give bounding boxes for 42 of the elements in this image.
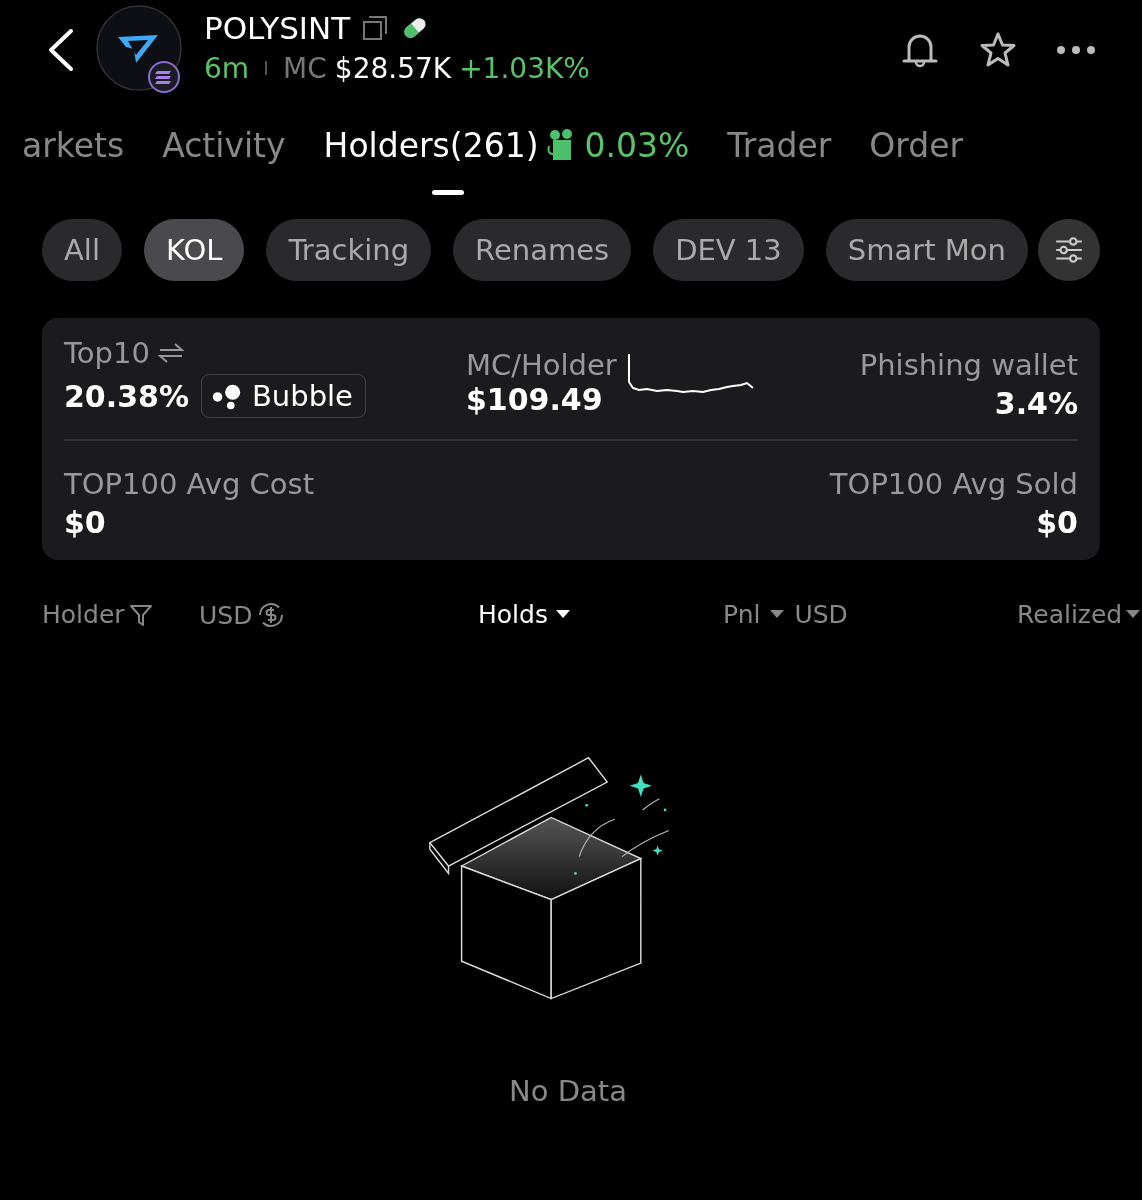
- filter-chip[interactable]: DEV 13: [653, 219, 804, 281]
- tab[interactable]: Trader: [727, 125, 832, 181]
- filter-chip[interactable]: Tracking: [266, 219, 432, 281]
- tab[interactable]: arkets: [22, 125, 125, 181]
- empty-message: No Data: [509, 1074, 627, 1108]
- back-icon[interactable]: [46, 28, 76, 72]
- usd-column-header[interactable]: USD: [199, 600, 253, 630]
- pnl-column-header[interactable]: Pnl: [723, 600, 761, 629]
- more-icon[interactable]: [1056, 44, 1096, 56]
- filter-chip[interactable]: All: [42, 219, 122, 281]
- caret-icon[interactable]: [1126, 609, 1141, 620]
- avg-sold-value: $0: [1036, 505, 1078, 540]
- pnl-usd-header[interactable]: USD: [794, 600, 848, 629]
- top10-label: Top10: [64, 336, 150, 370]
- phishing-value: 3.4%: [994, 386, 1078, 421]
- filter-chip[interactable]: KOL: [143, 219, 245, 281]
- filter-chip[interactable]: Smart Mon: [825, 219, 1028, 281]
- mc-holder-label: MC/Holder: [465, 348, 617, 382]
- mc-label: MC: [283, 51, 327, 85]
- swap-icon[interactable]: [157, 342, 184, 364]
- avg-cost-label: TOP100 Avg Cost: [64, 467, 314, 501]
- filter-icon[interactable]: [128, 602, 153, 627]
- sliders-icon[interactable]: [1053, 234, 1085, 266]
- token-name: POLYSINT: [204, 9, 351, 46]
- holder-column-header[interactable]: Holder: [42, 600, 125, 629]
- top10-value: 20.38%: [64, 378, 189, 414]
- avg-cost-value: $0: [64, 505, 107, 540]
- phishing-label: Phishing wallet: [859, 348, 1078, 382]
- tab[interactable]: Order: [869, 125, 964, 181]
- copy-icon[interactable]: [362, 14, 389, 41]
- holds-column-header[interactable]: Holds: [478, 600, 548, 629]
- bubble-button[interactable]: Bubble: [200, 374, 366, 418]
- avg-sold-label: TOP100 Avg Sold: [829, 467, 1078, 501]
- mc-holder-value: $109.49: [465, 382, 604, 417]
- price-change: +1.03K%: [459, 51, 590, 85]
- filter-chip[interactable]: Renames: [453, 219, 632, 281]
- realized-column-header[interactable]: Realized: [1017, 600, 1123, 629]
- mc-value: $28.57K: [334, 51, 452, 85]
- caret-icon[interactable]: [770, 609, 785, 620]
- token-age: 6m: [204, 51, 250, 85]
- caret-icon[interactable]: [555, 609, 570, 620]
- tab[interactable]: Activity: [162, 125, 286, 181]
